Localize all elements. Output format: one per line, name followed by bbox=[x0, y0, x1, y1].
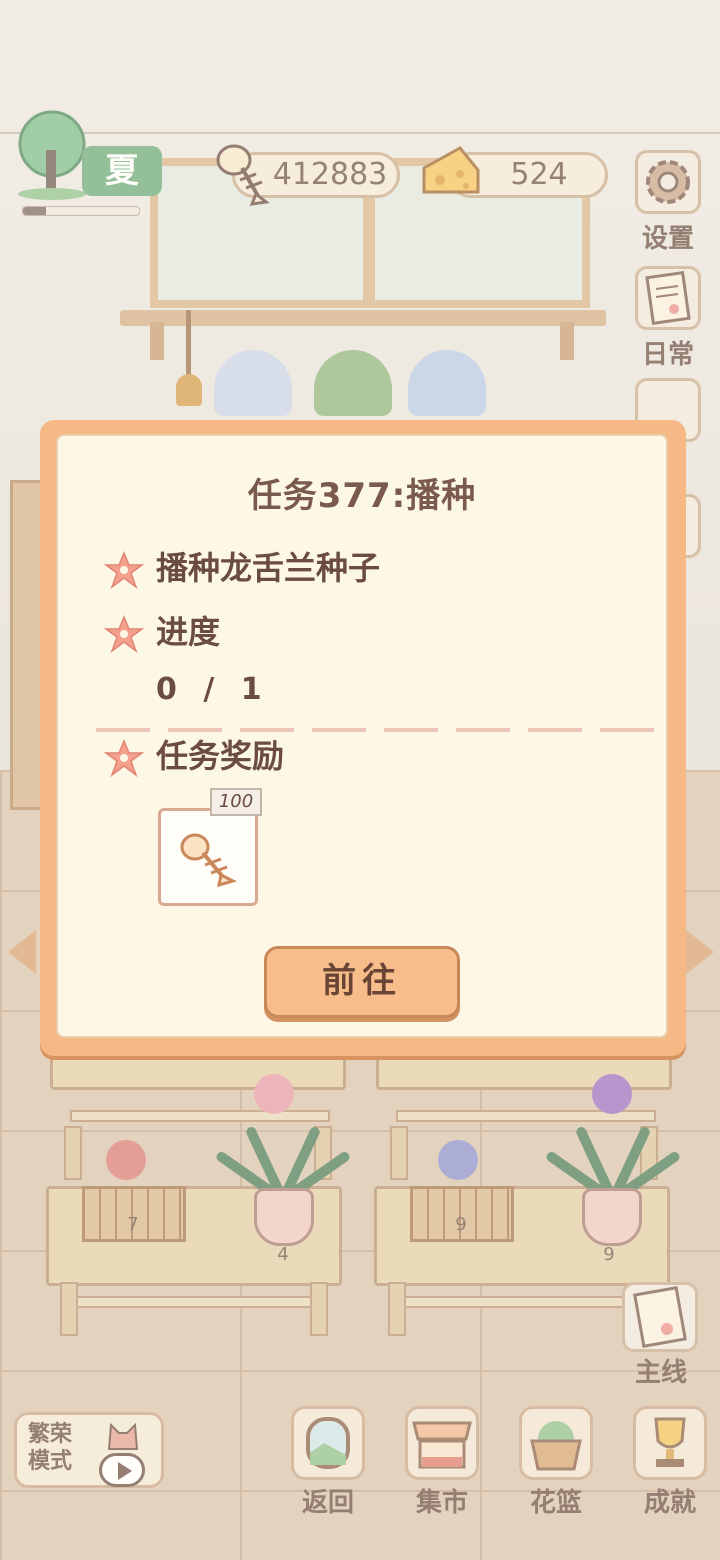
task-dialog: 任务377:播种 播种龙舌兰种子 进度 0 / 1 任务奖励 100 前往 bbox=[40, 420, 686, 1056]
progress-value: 0 / 1 bbox=[156, 672, 270, 707]
task-dialog-body: 任务377:播种 播种龙舌兰种子 进度 0 / 1 任务奖励 100 前往 bbox=[56, 434, 668, 1038]
reward-amount: 100 bbox=[210, 788, 262, 816]
task-title: 任务377:播种 bbox=[247, 476, 477, 516]
section-divider bbox=[96, 728, 656, 732]
go-button[interactable]: 前往 bbox=[264, 946, 460, 1018]
star-flower-icon bbox=[104, 551, 144, 590]
fishbone-icon bbox=[180, 833, 238, 888]
star-flower-icon bbox=[104, 615, 144, 654]
progress-label: 进度 bbox=[156, 613, 221, 651]
star-flower-icon bbox=[104, 739, 144, 778]
reward-label: 任务奖励 bbox=[156, 737, 285, 775]
task-description: 播种龙舌兰种子 bbox=[156, 549, 381, 587]
reward-item[interactable] bbox=[158, 808, 258, 906]
